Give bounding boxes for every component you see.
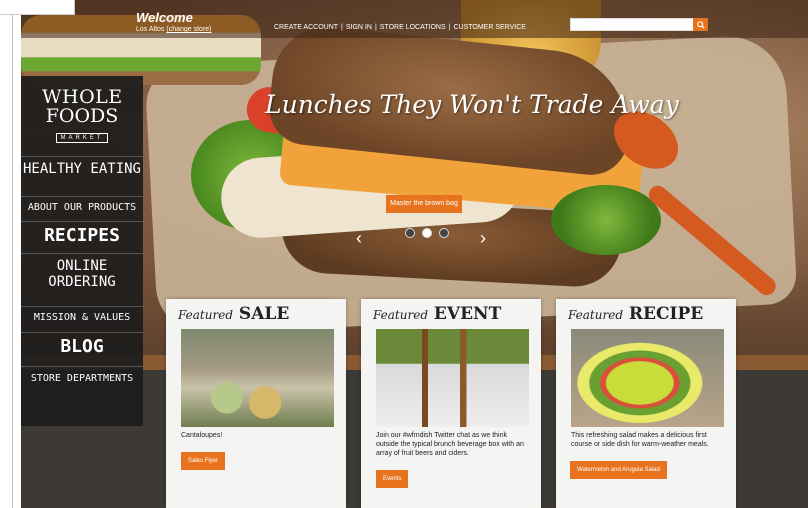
card-heading: EVENT bbox=[433, 304, 502, 324]
featured-sale-card: Featured SALE Cantaloupes! Sales Flyer bbox=[166, 299, 346, 508]
card-description: Join our #wfmdish Twitter chat as we thi… bbox=[376, 432, 524, 457]
nav-online-ordering[interactable]: ONLINE ORDERING bbox=[21, 253, 143, 302]
beverages-image[interactable] bbox=[376, 329, 529, 427]
watermelon-salad-button[interactable]: Watermelon and Arugula Salad bbox=[570, 461, 667, 479]
carousel-dot-1[interactable] bbox=[405, 228, 415, 238]
browser-gutter bbox=[0, 0, 21, 508]
store-city: Los Altos bbox=[136, 26, 165, 33]
change-store-link[interactable]: (change store) bbox=[166, 26, 211, 33]
logo-market: MARKET bbox=[56, 133, 108, 143]
search-input[interactable] bbox=[570, 18, 694, 31]
card-heading: SALE bbox=[238, 304, 290, 324]
carousel-prev-arrow[interactable]: ‹ bbox=[356, 228, 362, 249]
logo-foods: FOODS bbox=[45, 105, 119, 127]
nav-recipes[interactable]: RECIPES bbox=[21, 221, 143, 250]
salad-image[interactable] bbox=[571, 329, 724, 427]
nav-blog[interactable]: BLOG bbox=[21, 332, 143, 361]
create-account-link[interactable]: CREATE ACCOUNT bbox=[271, 24, 341, 31]
carousel-next-arrow[interactable]: › bbox=[480, 228, 486, 249]
nav-about-products[interactable]: ABOUT OUR PRODUCTS bbox=[21, 196, 143, 219]
carousel-dot-3[interactable] bbox=[439, 228, 449, 238]
sign-in-link[interactable]: SIGN IN bbox=[343, 24, 375, 31]
nav-mission-values[interactable]: MISSION & VALUES bbox=[21, 306, 143, 329]
welcome-text: Welcome bbox=[136, 10, 193, 25]
featured-recipe-card: Featured RECIPE This refreshing salad ma… bbox=[556, 299, 736, 508]
card-title: Featured EVENT bbox=[373, 304, 501, 324]
hero-cta-button[interactable]: Master the brown bag bbox=[386, 195, 462, 213]
browser-tab bbox=[0, 0, 75, 15]
side-navigation: WHOLE FOODS MARKET HEALTHY EATING ABOUT … bbox=[21, 76, 143, 426]
nav-store-departments[interactable]: STORE DEPARTMENTS bbox=[21, 366, 143, 391]
whole-foods-logo[interactable]: WHOLE FOODS MARKET bbox=[42, 88, 122, 144]
events-button[interactable]: Events bbox=[376, 470, 409, 488]
card-script: Featured bbox=[568, 308, 623, 322]
search-button[interactable] bbox=[693, 18, 708, 31]
card-title: Featured RECIPE bbox=[568, 304, 703, 324]
nav-healthy-eating[interactable]: HEALTHY EATING bbox=[21, 156, 143, 195]
carousel-dot-2[interactable] bbox=[422, 228, 432, 238]
account-links: CREATE ACCOUNT | SIGN IN | STORE LOCATIONS… bbox=[271, 24, 529, 31]
card-title: Featured SALE bbox=[178, 304, 289, 324]
customer-service-link[interactable]: CUSTOMER SERVICE bbox=[450, 24, 528, 31]
carousel-dots bbox=[405, 228, 449, 238]
sales-flyer-button[interactable]: Sales Flyer bbox=[181, 452, 226, 470]
store-locations-link[interactable]: STORE LOCATIONS bbox=[377, 24, 449, 31]
gutter-divider bbox=[12, 15, 13, 508]
card-script: Featured bbox=[178, 308, 233, 322]
store-location: Los Altos (change store) bbox=[136, 26, 212, 33]
card-description: This refreshing salad makes a delicious … bbox=[571, 432, 709, 448]
hero-headline: Lunches They Won't Trade Away bbox=[265, 90, 679, 119]
lettuce-image-2 bbox=[551, 185, 661, 255]
card-description: Cantaloupes! bbox=[181, 432, 223, 439]
featured-event-card: Featured EVENT Join our #wfmdish Twitter… bbox=[361, 299, 541, 508]
card-script: Featured bbox=[373, 308, 428, 322]
card-heading: RECIPE bbox=[628, 304, 704, 324]
cantaloupes-image[interactable] bbox=[181, 329, 334, 427]
search-icon bbox=[696, 20, 705, 29]
